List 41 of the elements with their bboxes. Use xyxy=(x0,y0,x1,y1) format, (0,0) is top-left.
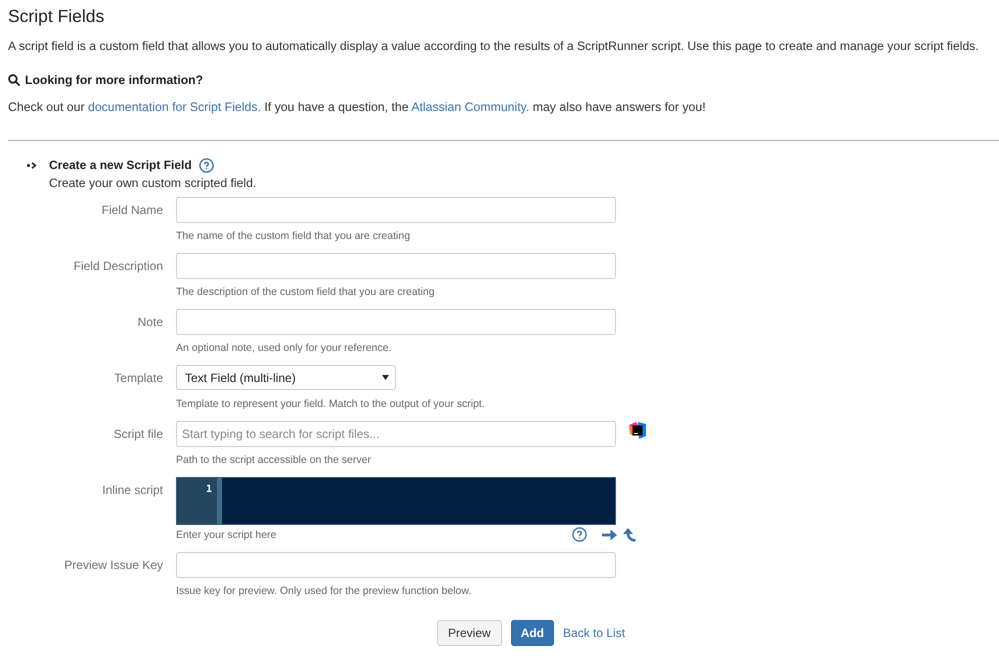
info-link[interactable]: Atlassian Community. xyxy=(411,100,530,114)
field-label: Script file xyxy=(114,426,163,442)
arrow-right-icon[interactable] xyxy=(602,528,617,540)
select-dropdown[interactable]: Text Field (multi-line) xyxy=(176,365,396,390)
info-heading: Looking for more information? xyxy=(25,72,204,89)
input-field[interactable] xyxy=(176,253,616,279)
info-link[interactable]: documentation for Script Fields. xyxy=(88,100,261,114)
search-icon xyxy=(8,74,20,86)
field-label: Note xyxy=(138,314,163,330)
field-hint: An optional note, used only for your reference. xyxy=(176,341,392,355)
field-hint: Path to the script accessible on the server xyxy=(176,453,371,467)
line-number: 1 xyxy=(206,483,212,496)
field-hint: The description of the custom field that you are creating xyxy=(176,285,435,299)
code-editor[interactable]: 1 xyxy=(176,477,616,525)
section-heading: Create a new Script Field xyxy=(49,157,192,174)
input-field[interactable] xyxy=(176,197,616,223)
field-label: Template xyxy=(114,370,163,386)
app-logo-icon[interactable] xyxy=(629,422,646,439)
field-hint: Template to represent your field. Match to the output of your script. xyxy=(176,397,485,411)
add-button[interactable]: Add xyxy=(510,620,554,646)
help-icon[interactable] xyxy=(572,527,587,542)
preview-button[interactable]: Preview xyxy=(437,620,502,646)
input-field[interactable] xyxy=(176,309,616,335)
info-text: Check out our documentation for Script Fields. If you have a question, the Atlassian Community. may also have answers for you! xyxy=(8,99,707,116)
page-title: Script Fields xyxy=(8,5,106,27)
field-hint: Issue key for preview. Only used for the preview function below. xyxy=(176,584,472,598)
help-icon[interactable] xyxy=(198,158,214,172)
field-hint: Enter your script here xyxy=(176,528,276,542)
back-to-list-link[interactable]: Back to List xyxy=(563,626,626,640)
field-label: Field Description xyxy=(74,258,163,274)
field-label: Preview Issue Key xyxy=(64,557,163,573)
input-field[interactable]: Start typing to search for script files... xyxy=(176,421,616,447)
field-label: Inline script xyxy=(102,482,163,498)
field-hint: The name of the custom field that you are creating xyxy=(176,229,410,243)
input-field[interactable] xyxy=(176,552,616,578)
curved-arrow-icon[interactable] xyxy=(623,528,636,542)
section-subheading: Create your own custom scripted field. xyxy=(48,175,258,192)
caret-icon xyxy=(382,375,389,380)
field-label: Field Name xyxy=(102,202,163,218)
page-description: A script field is a custom field that allows you to automatically display a value according to the results of a ScriptRunner script. Use this page to create and manage your script fields. xyxy=(8,38,980,55)
bullet-arrow-icon xyxy=(27,162,37,168)
